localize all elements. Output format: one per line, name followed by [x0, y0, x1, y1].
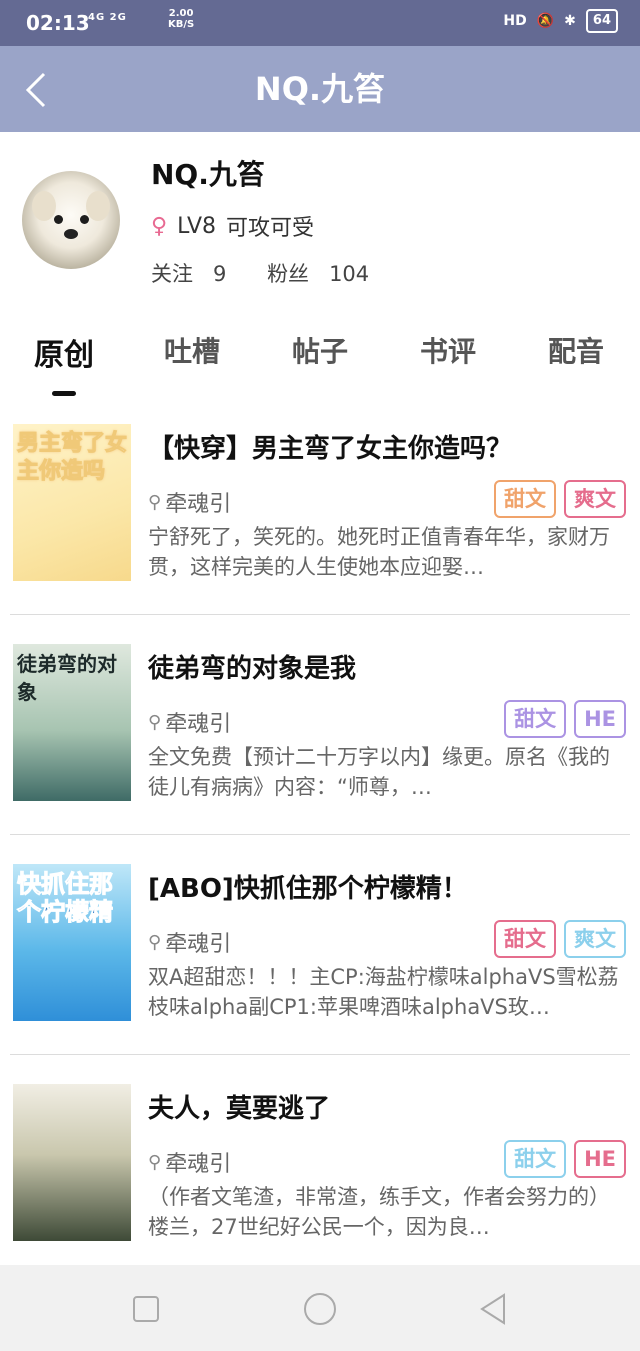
book-author-name: 牵魂引 — [165, 712, 232, 737]
author-icon: ⚲ — [148, 1151, 162, 1173]
book-cover-title: 快抓住那个柠檬精 — [17, 870, 114, 927]
divider — [10, 614, 630, 615]
back-button[interactable] — [18, 68, 58, 112]
triangle-back-icon — [480, 1293, 505, 1325]
book-cover-title: 男主弯了女主你造吗 — [17, 431, 128, 485]
profile-name: NQ.九笞 — [151, 158, 265, 191]
tag-badge[interactable]: 甜文 — [504, 700, 567, 738]
tag-badge[interactable]: HE — [574, 1140, 626, 1178]
tag-badge[interactable]: 甜文 — [494, 920, 556, 958]
fans-label[interactable]: 粉丝 — [267, 262, 309, 286]
book-tags: 甜文 爽文 — [494, 480, 626, 518]
tag-badge[interactable]: 爽文 — [564, 920, 626, 958]
app-bar: NQ.九笞 — [0, 46, 640, 132]
author-icon: ⚲ — [148, 491, 162, 513]
tab-dubbing[interactable]: 配音 — [526, 330, 626, 370]
avatar-eye — [80, 215, 89, 224]
book-description: （作者文笔渣，非常渣，练手文，作者会努力的）楼兰，27世纪好公民一个，因为良… — [148, 1185, 610, 1239]
book-tags: 甜文 爽文 — [494, 920, 626, 958]
profile-level-row: ♀ LV8 可攻可受 — [151, 210, 314, 242]
bluetooth-icon: ✱ — [564, 13, 576, 29]
divider — [10, 834, 630, 835]
fans-count[interactable]: 104 — [329, 262, 369, 286]
avatar-ear — [86, 191, 110, 221]
book-tags: 甜文 HE — [504, 1140, 626, 1178]
tag-badge[interactable]: 甜文 — [504, 1140, 567, 1178]
avatar-eye — [54, 215, 63, 224]
network-speed-value: 2.00 — [168, 8, 194, 19]
profile-stats: 关注 9 粉丝 104 — [151, 258, 403, 288]
status-icons: HD 🔕 ✱ 64 — [503, 9, 618, 33]
book-cover: 徒弟弯的对象 — [13, 644, 131, 801]
female-icon: ♀ — [151, 213, 168, 239]
profile-bio: 可攻可受 — [226, 216, 315, 241]
book-cover: 快抓住那个柠檬精 — [13, 864, 131, 1021]
divider — [10, 1054, 630, 1055]
book-author-name: 牵魂引 — [165, 492, 232, 517]
book-cover-title: 徒弟弯的对象 — [17, 652, 117, 704]
hd-icon: HD — [503, 13, 527, 29]
book-author: ⚲ 牵魂引 — [148, 706, 231, 738]
avatar[interactable] — [22, 171, 120, 269]
square-icon — [133, 1296, 159, 1322]
tab-posts[interactable]: 帖子 — [270, 330, 370, 370]
network-speed-unit: KB/S — [168, 19, 195, 30]
follow-label[interactable]: 关注 — [151, 262, 193, 286]
profile-level: LV8 — [177, 213, 217, 239]
avatar-ear — [32, 191, 56, 221]
book-cover-title — [17, 1090, 127, 1235]
status-bar: 02:13 4G 2G 2.00 KB/S HD 🔕 ✱ 64 — [0, 0, 640, 46]
book-author: ⚲ 牵魂引 — [148, 1146, 231, 1178]
tab-original[interactable]: 原创 — [14, 330, 114, 374]
tab-reviews[interactable]: 书评 — [398, 330, 498, 370]
book-author: ⚲ 牵魂引 — [148, 486, 231, 518]
tag-badge[interactable]: 甜文 — [494, 480, 556, 518]
book-title: 【快穿】男主弯了女主你造吗？ — [148, 434, 513, 464]
system-nav-bar — [0, 1265, 640, 1351]
book-author-name: 牵魂引 — [165, 1152, 232, 1177]
tag-badge[interactable]: HE — [574, 700, 626, 738]
back-nav-button[interactable] — [474, 1289, 514, 1329]
list-item[interactable]: 徒弟弯的对象 徒弟弯的对象是我 ⚲ 牵魂引 甜文 HE 全文免费【预计二十万字以… — [0, 640, 640, 860]
list-item[interactable]: 男主弯了女主你造吗 【快穿】男主弯了女主你造吗？ ⚲ 牵魂引 甜文 爽文 宁舒死… — [0, 420, 640, 640]
book-title: [ABO]快抓住那个柠檬精！ — [148, 874, 468, 904]
page-title: NQ.九笞 — [254, 70, 386, 108]
recent-apps-button[interactable] — [126, 1289, 166, 1329]
circle-icon — [304, 1293, 336, 1325]
chevron-left-icon — [25, 72, 46, 108]
status-time: 02:13 — [26, 11, 90, 35]
book-cover — [13, 1084, 131, 1241]
author-icon: ⚲ — [148, 711, 162, 733]
signal-icon: 4G 2G — [88, 12, 127, 23]
mute-icon: 🔕 — [536, 13, 555, 29]
book-author: ⚲ 牵魂引 — [148, 926, 231, 958]
follow-count[interactable]: 9 — [213, 262, 226, 286]
book-description: 双A超甜恋！！！主CP:海盐柠檬味alphaVS雪松荔枝味alpha副CP1:苹… — [148, 965, 619, 1019]
book-title: 夫人，莫要逃了 — [148, 1094, 331, 1124]
battery-icon: 64 — [585, 9, 618, 33]
author-icon: ⚲ — [148, 931, 162, 953]
book-cover: 男主弯了女主你造吗 — [13, 424, 131, 581]
tab-rant[interactable]: 吐槽 — [142, 330, 242, 370]
network-speed: 2.00 KB/S — [168, 8, 194, 30]
book-description: 全文免费【预计二十万字以内】缘更。原名《我的徒儿有病病》内容：“师尊，… — [148, 745, 610, 799]
book-tags: 甜文 HE — [504, 700, 626, 738]
book-title: 徒弟弯的对象是我 — [148, 654, 357, 684]
tab-bar: 原创 吐槽 帖子 书评 配音 — [0, 330, 640, 400]
home-button[interactable] — [300, 1289, 340, 1329]
book-description: 宁舒死了，笑死的。她死时正值青春年华，家财万贯，这样完美的人生使她本应迎娶… — [148, 525, 610, 579]
avatar-nose — [64, 229, 78, 239]
book-author-name: 牵魂引 — [165, 932, 232, 957]
tag-badge[interactable]: 爽文 — [564, 480, 626, 518]
list-item[interactable]: 快抓住那个柠檬精 [ABO]快抓住那个柠檬精！ ⚲ 牵魂引 甜文 爽文 双A超甜… — [0, 860, 640, 1080]
tab-indicator — [52, 391, 76, 396]
